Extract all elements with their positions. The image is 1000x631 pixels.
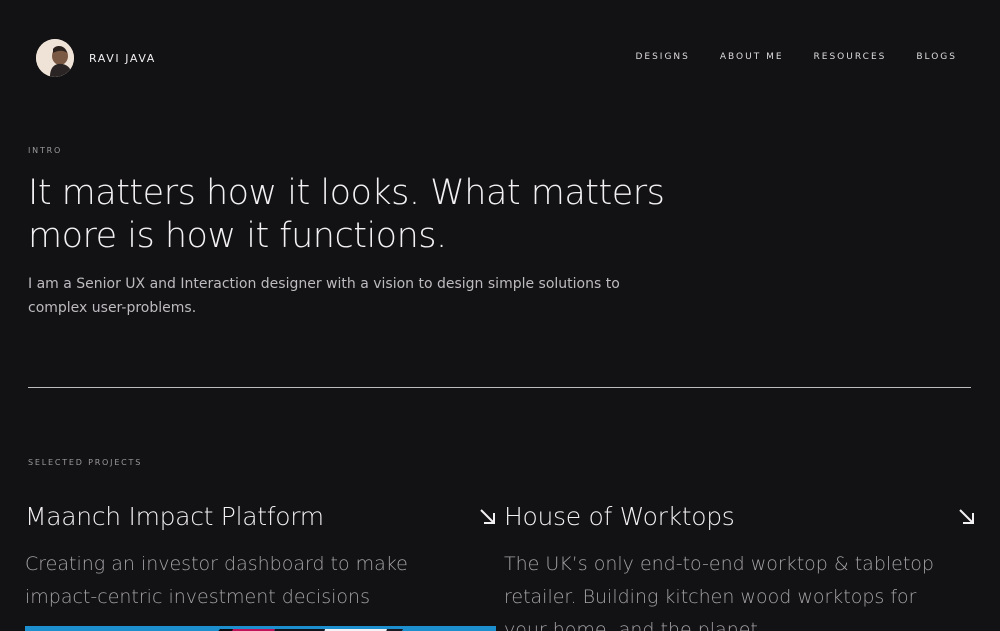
page: RAVI JAVA DESIGNS ABOUT ME RESOURCES BLO…: [0, 0, 1000, 631]
project-thumbnail[interactable]: [25, 626, 496, 631]
project-description: Creating an investor dashboard to make i…: [25, 553, 408, 608]
projects-eyebrow: SELECTED PROJECTS: [28, 458, 143, 467]
main-nav: DESIGNS ABOUT ME RESOURCES BLOGS: [635, 52, 957, 62]
project-card-maanch[interactable]: Maanch Impact Platform Creating an inves…: [25, 500, 497, 614]
intro-eyebrow: INTRO: [28, 146, 63, 155]
avatar[interactable]: [36, 39, 74, 77]
project-description: The UK’s only end-to-end worktop & table…: [504, 553, 934, 631]
nav-blogs[interactable]: BLOGS: [916, 52, 957, 62]
section-divider: [28, 387, 971, 388]
project-title[interactable]: Maanch Impact Platform: [25, 500, 497, 534]
nav-designs[interactable]: DESIGNS: [635, 52, 689, 62]
nav-about-me[interactable]: ABOUT ME: [720, 52, 784, 62]
site-header: RAVI JAVA DESIGNS ABOUT ME RESOURCES BLO…: [0, 0, 1000, 110]
avatar-photo: [36, 39, 74, 77]
intro-text: I am a Senior UX and Interaction designe…: [28, 276, 620, 316]
arrow-down-right-icon[interactable]: [479, 508, 497, 526]
brand-name[interactable]: RAVI JAVA: [89, 52, 156, 65]
intro-headline: It matters how it looks. What matters mo…: [28, 173, 665, 256]
project-card-house-of-worktops[interactable]: House of Worktops The UK’s only end-to-e…: [504, 500, 976, 631]
nav-resources[interactable]: RESOURCES: [814, 52, 887, 62]
arrow-down-right-icon[interactable]: [958, 508, 976, 526]
project-title[interactable]: House of Worktops: [504, 500, 976, 534]
